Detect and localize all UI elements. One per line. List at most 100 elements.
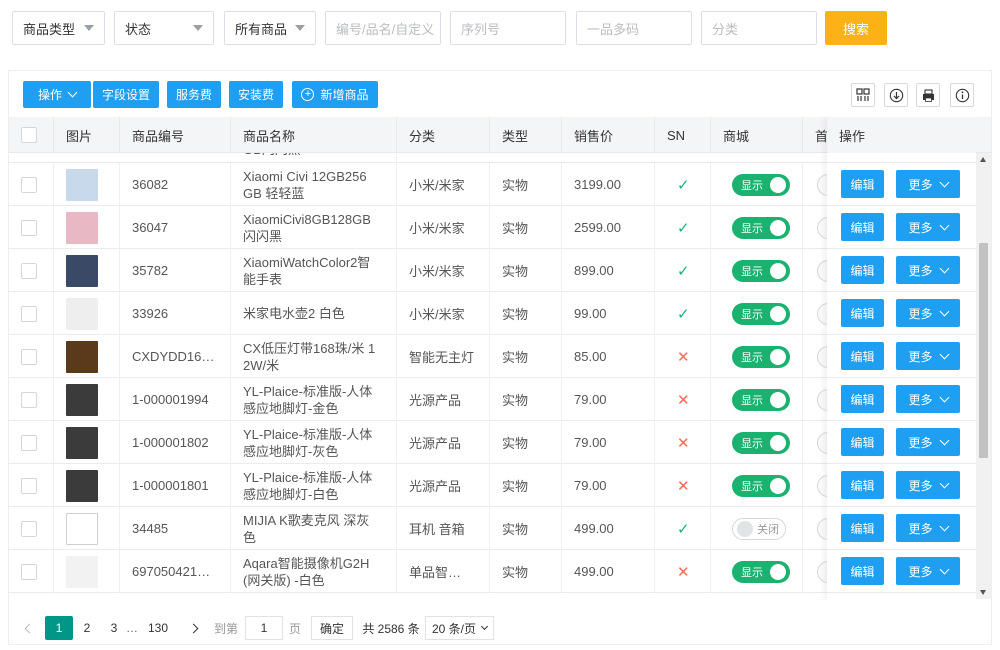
- code-search-input[interactable]: 编号/品名/自定义: [325, 11, 441, 45]
- goto-page-input[interactable]: 1: [245, 616, 283, 640]
- status-select[interactable]: 状态: [114, 11, 214, 45]
- column-sn[interactable]: SN: [655, 117, 711, 153]
- edit-button[interactable]: 编辑: [841, 256, 884, 284]
- next-page-button[interactable]: [185, 616, 201, 640]
- code-cell: 34485: [120, 507, 231, 550]
- page-3[interactable]: 3: [106, 616, 122, 640]
- select-all-checkbox[interactable]: [21, 127, 37, 143]
- column-type[interactable]: 类型: [490, 117, 562, 153]
- vertical-scroll-thumb[interactable]: [979, 243, 988, 458]
- goods-scope-select[interactable]: 所有商品: [224, 11, 316, 45]
- more-dropdown-button[interactable]: 更多: [896, 471, 960, 499]
- mall-visibility-toggle[interactable]: 关闭: [732, 517, 786, 540]
- row-checkbox[interactable]: [21, 563, 37, 580]
- product-thumbnail[interactable]: [66, 469, 98, 502]
- mall-visibility-toggle[interactable]: 显示: [732, 216, 790, 239]
- product-thumbnail[interactable]: [66, 340, 98, 373]
- more-dropdown-button[interactable]: 更多: [896, 170, 960, 198]
- print-icon[interactable]: [916, 83, 940, 107]
- mall-visibility-toggle[interactable]: 显示: [732, 259, 790, 282]
- product-thumbnail[interactable]: [66, 555, 98, 588]
- toggle-knob: [770, 391, 786, 408]
- more-dropdown-button[interactable]: 更多: [896, 299, 960, 327]
- edit-button[interactable]: 编辑: [841, 385, 884, 413]
- more-dropdown-button[interactable]: 更多: [896, 514, 960, 542]
- mall-visibility-toggle[interactable]: 显示: [732, 474, 790, 497]
- product-thumbnail[interactable]: [66, 383, 98, 416]
- field-settings-button[interactable]: 字段设置: [93, 81, 159, 108]
- search-button[interactable]: 搜索: [825, 11, 887, 45]
- price-cell: 85.00: [562, 335, 655, 378]
- product-type-select[interactable]: 商品类型: [12, 11, 105, 45]
- name-line-1: XiaomiCivi8GB128GB: [243, 211, 371, 227]
- image-cell: [54, 507, 120, 550]
- serial-number-input[interactable]: 序列号: [450, 11, 566, 45]
- more-dropdown-button[interactable]: 更多: [896, 213, 960, 241]
- prev-page-button[interactable]: [21, 616, 37, 640]
- name-line-1: 米家电水壶2 白色: [243, 306, 345, 321]
- row-checkbox[interactable]: [21, 434, 37, 451]
- edit-button[interactable]: 编辑: [841, 471, 884, 499]
- add-goods-button[interactable]: + 新增商品: [292, 81, 378, 108]
- service-fee-button[interactable]: 服务费: [167, 81, 221, 108]
- multi-code-input[interactable]: 一品多码: [576, 11, 692, 45]
- edit-button[interactable]: 编辑: [841, 428, 884, 456]
- page-130[interactable]: 130: [144, 616, 172, 640]
- mall-visibility-toggle[interactable]: 显示: [732, 388, 790, 411]
- page-1[interactable]: 1: [45, 616, 73, 640]
- layout-grid-icon[interactable]: [851, 83, 875, 107]
- more-dropdown-button[interactable]: 更多: [896, 385, 960, 413]
- edit-button[interactable]: 编辑: [841, 514, 884, 542]
- edit-button[interactable]: 编辑: [841, 170, 884, 198]
- product-thumbnail[interactable]: [66, 254, 98, 287]
- row-checkbox[interactable]: [21, 348, 37, 365]
- product-thumbnail[interactable]: [66, 297, 98, 330]
- row-checkbox[interactable]: [21, 176, 37, 193]
- action-row: 编辑 更多: [827, 292, 976, 335]
- category-input[interactable]: 分类: [701, 11, 817, 45]
- more-dropdown-button[interactable]: 更多: [896, 342, 960, 370]
- page-2[interactable]: 2: [79, 616, 95, 640]
- mall-visibility-toggle[interactable]: 显示: [732, 560, 790, 583]
- download-icon[interactable]: [884, 83, 908, 107]
- edit-button[interactable]: 编辑: [841, 557, 884, 585]
- product-thumbnail[interactable]: [66, 211, 98, 244]
- row-checkbox[interactable]: [21, 391, 37, 408]
- row-checkbox[interactable]: [21, 520, 37, 537]
- vertical-scrollbar[interactable]: [976, 153, 991, 599]
- edit-button[interactable]: 编辑: [841, 342, 884, 370]
- row-select-cell: [9, 464, 54, 507]
- row-select-cell: [9, 249, 54, 292]
- mall-visibility-toggle[interactable]: 显示: [732, 431, 790, 454]
- column-code[interactable]: 商品编号: [120, 117, 231, 153]
- operate-dropdown-button[interactable]: 操作: [23, 81, 91, 108]
- column-name[interactable]: 商品名称: [231, 117, 397, 153]
- row-checkbox[interactable]: [21, 219, 37, 236]
- mall-visibility-toggle[interactable]: 显示: [732, 173, 790, 196]
- cross-icon: ✕: [677, 391, 690, 409]
- more-dropdown-button[interactable]: 更多: [896, 428, 960, 456]
- toggle-label: 显示: [741, 437, 763, 450]
- edit-button[interactable]: 编辑: [841, 299, 884, 327]
- row-checkbox[interactable]: [21, 262, 37, 279]
- price-cell: 2599.00: [562, 206, 655, 249]
- row-checkbox[interactable]: [21, 477, 37, 494]
- edit-button[interactable]: 编辑: [841, 213, 884, 241]
- row-checkbox[interactable]: [21, 305, 37, 322]
- goto-confirm-button[interactable]: 确定: [311, 616, 354, 640]
- page-size-select[interactable]: 20 条/页: [425, 616, 495, 640]
- mall-visibility-toggle[interactable]: 显示: [732, 345, 790, 368]
- info-icon[interactable]: [950, 83, 974, 107]
- product-thumbnail[interactable]: [66, 512, 98, 545]
- more-dropdown-button[interactable]: 更多: [896, 256, 960, 284]
- scroll-down-icon[interactable]: [980, 590, 986, 595]
- column-category[interactable]: 分类: [397, 117, 490, 153]
- product-thumbnail[interactable]: [66, 168, 98, 201]
- column-mall[interactable]: 商城: [711, 117, 803, 153]
- product-thumbnail[interactable]: [66, 426, 98, 459]
- column-price[interactable]: 销售价: [562, 117, 655, 153]
- install-fee-button[interactable]: 安装费: [229, 81, 283, 108]
- scroll-up-icon[interactable]: [980, 157, 986, 162]
- mall-visibility-toggle[interactable]: 显示: [732, 302, 790, 325]
- more-dropdown-button[interactable]: 更多: [896, 557, 960, 585]
